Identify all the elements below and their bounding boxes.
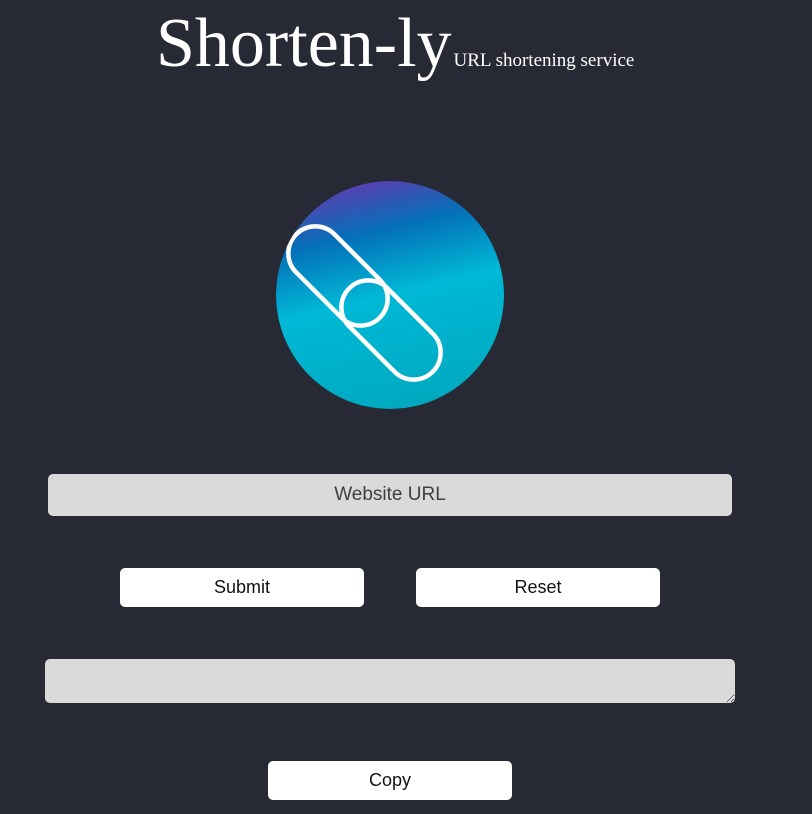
link-logo xyxy=(276,181,504,409)
site-title: Shorten-ly xyxy=(156,5,452,82)
submit-button[interactable]: Submit xyxy=(120,568,364,607)
reset-button[interactable]: Reset xyxy=(416,568,660,607)
website-url-input[interactable] xyxy=(48,474,732,516)
link-chain-icon xyxy=(276,181,504,409)
header: Shorten-ly URL shortening service xyxy=(156,6,634,82)
copy-button[interactable]: Copy xyxy=(268,761,512,800)
short-url-output[interactable] xyxy=(45,659,735,703)
site-tagline: URL shortening service xyxy=(453,50,635,71)
